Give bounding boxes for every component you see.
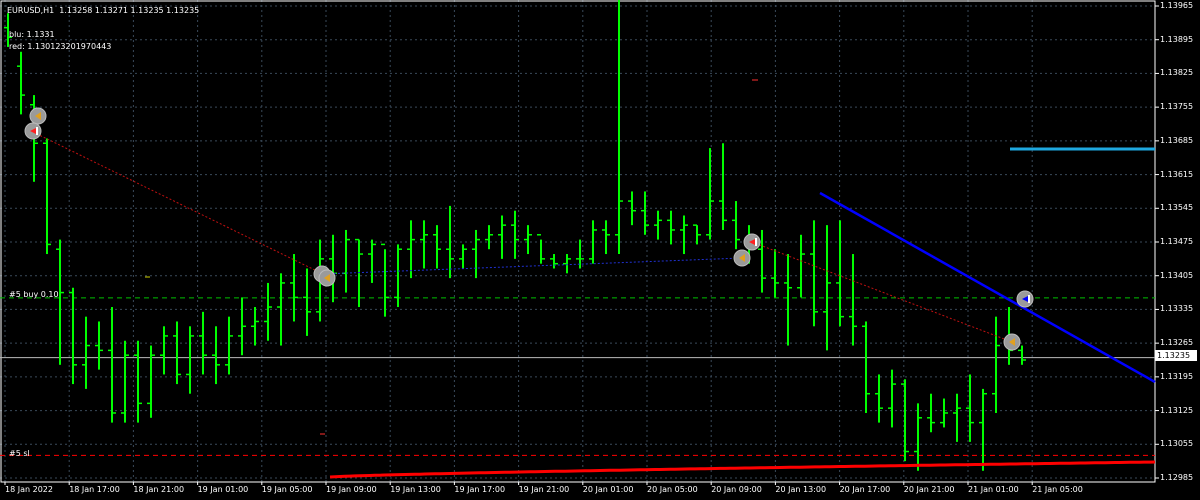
- trade-line-2: [751, 241, 1013, 343]
- red-value: red: 1.130123201970443: [9, 42, 112, 51]
- trade-line-1: [32, 131, 326, 276]
- time-tick-label: 21 Jan 01:00: [968, 485, 1019, 494]
- price-tick-label: 1.13965: [1160, 1, 1194, 10]
- price-tick-label: 1.13545: [1160, 203, 1194, 213]
- price-tick-label: 1.13895: [1160, 34, 1194, 44]
- time-tick-label: 18 Jan 2022: [5, 485, 53, 494]
- time-tick-label: 19 Jan 13:00: [390, 485, 441, 494]
- time-tick-label: 19 Jan 01:00: [197, 485, 249, 494]
- time-tick-label: 19 Jan 09:00: [326, 485, 377, 494]
- current-price-label: 1.13235: [1155, 350, 1197, 361]
- price-tick-label: 1.13335: [1160, 304, 1194, 314]
- price-tick-label: 1.13405: [1160, 270, 1194, 280]
- time-tick-label: 20 Jan 09:00: [711, 485, 762, 494]
- time-tick-label: 20 Jan 05:00: [647, 485, 698, 494]
- price-tick-label: 1.13755: [1160, 102, 1194, 112]
- time-tick-label: 19 Jan 21:00: [518, 485, 570, 494]
- time-tick-label: 20 Jan 21:00: [903, 485, 955, 494]
- price-tick-label: 1.13125: [1160, 405, 1194, 415]
- time-tick-label: 19 Jan 17:00: [454, 485, 506, 494]
- price-tick-label: 1.12985: [1160, 473, 1194, 482]
- time-tick-label: 20 Jan 17:00: [839, 485, 891, 494]
- trade-marker-2-tick-icon: [36, 127, 38, 135]
- price-chart[interactable]: EURUSD,H1 1.13258 1.13271 1.13235 1.1323…: [0, 0, 1200, 500]
- time-tick-label: 19 Jan 05:00: [261, 485, 313, 494]
- price-tick-label: 1.13685: [1160, 135, 1194, 145]
- price-tick-label: 1.13055: [1160, 439, 1194, 449]
- price-tick-label: 1.13195: [1160, 371, 1194, 381]
- trade-marker-7-tick-icon: [1028, 295, 1030, 303]
- blue-trendline[interactable]: [819, 191, 1156, 384]
- price-tick-label: 1.13615: [1160, 169, 1194, 179]
- time-tick-label: 21 Jan 05:00: [1032, 485, 1083, 494]
- time-tick-label: 18 Jan 21:00: [133, 485, 185, 494]
- time-tick-label: 18 Jan 17:00: [69, 485, 120, 494]
- symbol-info: EURUSD,H1 1.13258 1.13271 1.13235 1.1323…: [7, 6, 200, 15]
- time-tick-label: 20 Jan 13:00: [775, 485, 827, 494]
- red-indicator-curve: [329, 460, 1156, 479]
- price-tick-label: 1.13825: [1160, 68, 1194, 78]
- price-tick-label: 1.13475: [1160, 237, 1194, 246]
- blu-value: blu: 1.1331: [9, 30, 55, 39]
- time-tick-label: 20 Jan 01:00: [582, 485, 634, 494]
- buy-order-label: #5 buy 0.10: [9, 290, 59, 299]
- chart-canvas[interactable]: [0, 0, 1200, 500]
- price-tick-label: 1.13265: [1160, 338, 1194, 348]
- stop-loss-label: #5 sl: [9, 449, 30, 458]
- trade-marker-5-tick-icon: [755, 238, 757, 246]
